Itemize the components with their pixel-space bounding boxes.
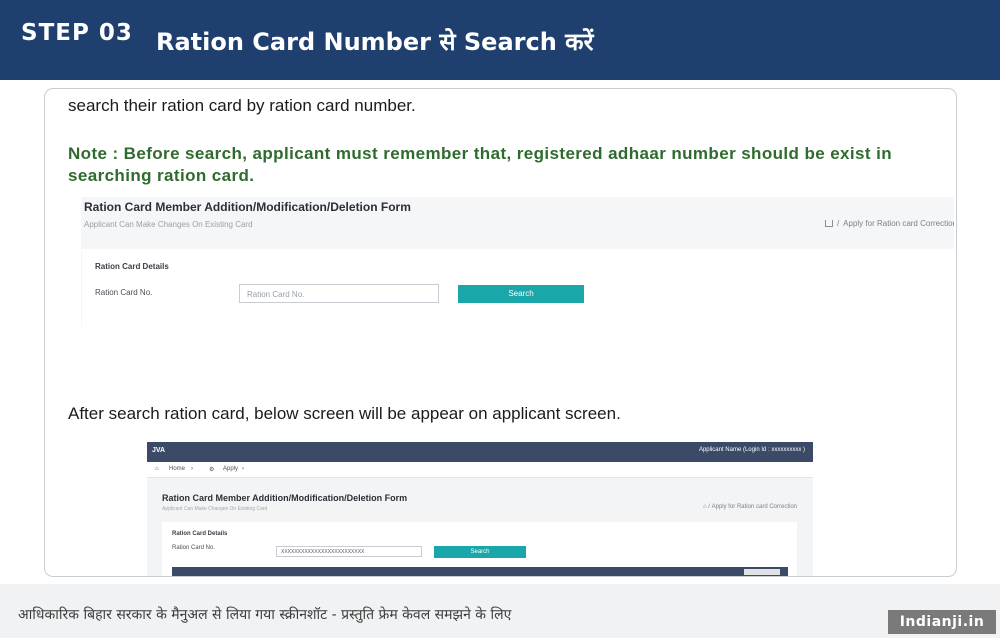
nav-apply-icon[interactable]: ⚙ [209,466,214,473]
note-line-2: searching ration card. [68,166,255,185]
form-subtitle: Applicant Can Make Changes On Existing C… [162,506,268,512]
footer-bar: आधिकारिक बिहार सरकार के मैनुअल से लिया ग… [0,584,1000,638]
form-subtitle: Applicant Can Make Changes On Existing C… [84,220,253,229]
chevron-right-icon: › [242,466,244,472]
form-title: Ration Card Member Addition/Modification… [162,493,408,503]
note-text: Note : Before search, applicant must rem… [68,143,954,187]
breadcrumb-current: Apply for Ration card Correction [843,219,954,228]
ration-card-details-panel: Ration Card Details Ration Card No. Rati… [82,249,954,327]
step-header-banner: STEP 03 Ration Card Number से Search करे… [0,0,1000,80]
note-line-1: Note : Before search, applicant must rem… [68,144,892,163]
app-nav-bar: ⌂ Home › ⚙ Apply › [147,462,813,478]
form-title: Ration Card Member Addition/Modification… [84,200,411,214]
panel-title: Ration Card Details [95,262,169,271]
nav-apply[interactable]: Apply [223,466,238,472]
panel-title: Ration Card Details [172,531,228,537]
brand-watermark: Indianji.in [888,610,996,634]
table-control[interactable] [744,569,780,575]
ration-card-no-input[interactable]: XXXXXXXXXXXXXXXXXXXXXXXXX [276,546,422,557]
chevron-right-icon: › [191,466,193,472]
breadcrumb-current: Apply for Ration card Correction [711,504,797,510]
breadcrumb: ⌂ / Apply for Ration card Correction [703,504,797,510]
user-menu[interactable]: Applicant Name (Login Id : xxxxxxxxxx ) [699,447,805,453]
nav-home[interactable]: Home [169,466,185,472]
ration-card-no-input[interactable]: Ration Card No. [239,284,439,303]
ration-card-no-label: Ration Card No. [95,288,153,297]
intro-text: search their ration card by ration card … [68,96,416,115]
ration-card-no-label: Ration Card No. [172,545,216,551]
nav-home-icon[interactable]: ⌂ [155,466,159,472]
home-icon[interactable] [824,220,833,227]
breadcrumb: / Apply for Ration card Correction [824,219,954,228]
ration-card-details-panel: Ration Card Details Ration Card No. XXXX… [162,522,797,576]
after-search-text: After search ration card, below screen w… [68,404,621,423]
search-result-screenshot: JVA Applicant Name (Login Id : xxxxxxxxx… [147,442,813,576]
footer-caption: आधिकारिक बिहार सरकार के मैनुअल से लिया ग… [18,607,512,623]
search-form-screenshot: Ration Card Member Addition/Modification… [81,197,954,327]
results-table-header [172,567,788,576]
content-card: search their ration card by ration card … [44,88,957,577]
search-button[interactable]: Search [434,546,526,558]
search-button[interactable]: Search [458,285,584,303]
app-header-bar: JVA Applicant Name (Login Id : xxxxxxxxx… [147,442,813,462]
step-title: Ration Card Number से Search करें [156,28,594,56]
app-logo: JVA [152,447,166,454]
step-number: STEP 03 [21,20,133,46]
